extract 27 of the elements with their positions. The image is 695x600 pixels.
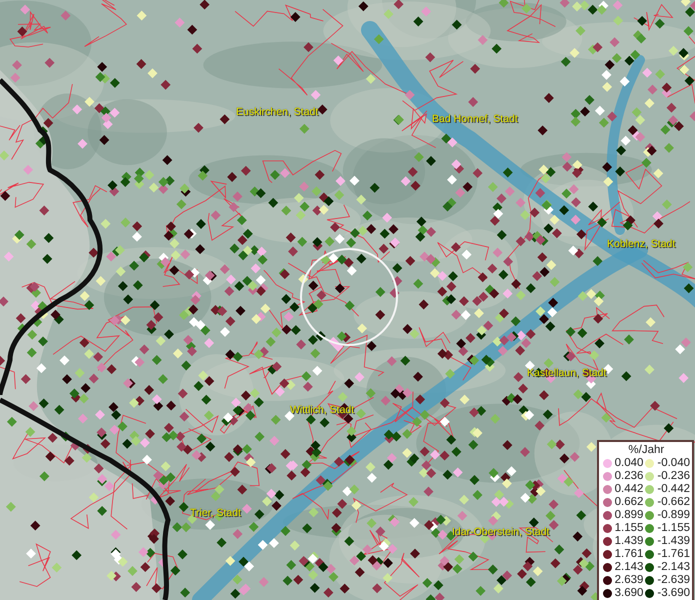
legend-value: 1.155 bbox=[614, 522, 644, 535]
legend-value: -1.761 bbox=[657, 548, 690, 561]
legend-value: 0.040 bbox=[614, 457, 644, 470]
legend-value: 1.439 bbox=[614, 535, 644, 548]
place-label: Trier, Stadt bbox=[190, 507, 241, 519]
legend-value: 0.899 bbox=[614, 509, 644, 522]
legend-value: -3.690 bbox=[657, 587, 690, 600]
legend-title: %/Jahr bbox=[627, 443, 666, 457]
legend-value: 2.639 bbox=[614, 574, 644, 587]
legend-value: -0.662 bbox=[657, 496, 690, 509]
legend-value: -0.899 bbox=[657, 509, 690, 522]
legend-value: -2.143 bbox=[657, 561, 690, 574]
legend-value: 0.236 bbox=[614, 470, 644, 483]
legend-value: 2.143 bbox=[614, 561, 644, 574]
place-label: Koblenz, Stadt bbox=[607, 238, 676, 250]
legend-value: -0.040 bbox=[657, 457, 690, 470]
place-label: Euskirchen, Stadt bbox=[236, 106, 318, 118]
legend-value: 0.442 bbox=[614, 483, 644, 496]
place-label: Bad Honnef, Stadt bbox=[432, 113, 518, 125]
legend-value: 3.690 bbox=[614, 587, 644, 600]
legend-value: -0.442 bbox=[657, 483, 690, 496]
legend-value: 1.761 bbox=[614, 548, 644, 561]
legend-value: 0.662 bbox=[614, 496, 644, 509]
legend-value: -1.155 bbox=[657, 522, 690, 535]
legend-value: -2.639 bbox=[657, 574, 690, 587]
legend-value: -0.236 bbox=[657, 470, 690, 483]
legend-value: -1.439 bbox=[657, 535, 690, 548]
